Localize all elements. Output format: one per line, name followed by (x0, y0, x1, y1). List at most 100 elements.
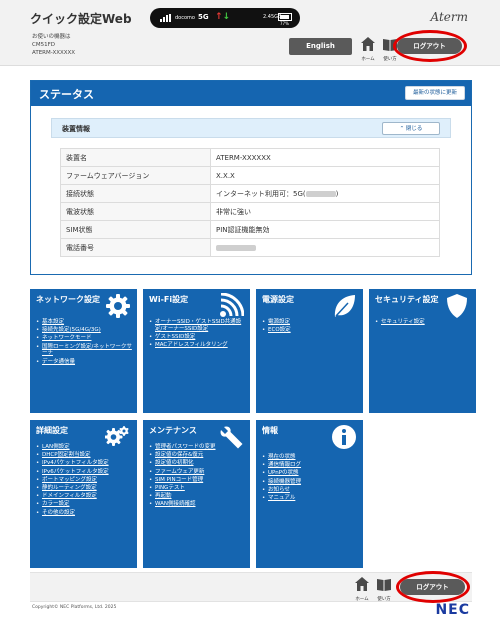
link-other-settings[interactable]: その他の設定 (36, 510, 134, 517)
link-reboot[interactable]: 再起動 (149, 493, 247, 500)
logout-highlight-circle (393, 30, 467, 62)
collapse-button[interactable]: ⌃ 閉じる (382, 122, 440, 135)
link-backup-restore[interactable]: 設定値の保存&復元 (149, 452, 247, 459)
tile-title: 詳細設定 (36, 426, 68, 435)
carrier-label: docomo (175, 15, 195, 21)
row-key: SIM状態 (60, 220, 211, 239)
link-firmware-update[interactable]: ファームウェア更新 (149, 469, 247, 476)
link-eco-settings[interactable]: ECO設定 (262, 327, 360, 334)
link-dhcp-fixed[interactable]: DHCP固定割当設定 (36, 452, 134, 459)
device-info-section-label: 装置情報 (62, 125, 90, 133)
link-apn-settings[interactable]: 接続先設定(5G/4G/3G) (36, 327, 134, 334)
connection-status-suffix: ) (335, 189, 339, 198)
refresh-status-button[interactable]: 最新の状態に更新 (405, 86, 465, 100)
battery-percent: 77% (280, 21, 289, 26)
link-data-usage[interactable]: データ通信量 (36, 359, 134, 366)
row-key: ファームウェアバージョン (60, 166, 211, 185)
gear-icon (106, 294, 130, 318)
link-connected-devices[interactable]: 接続機器管理 (262, 479, 360, 486)
row-value (210, 238, 440, 257)
redacted-phone-number (216, 244, 256, 251)
table-row: 電波状態 非常に強い (60, 202, 440, 221)
info-icon (332, 425, 356, 449)
link-owner-ssid-settings[interactable]: オーナーSSID・ゲストSSID共通設定/オーナーSSID設定 (149, 319, 247, 333)
link-upnp-status[interactable]: UPnPの状態 (262, 470, 360, 477)
tile-link-list: 電源設定 ECO設定 (262, 319, 360, 335)
tile-title: セキュリティ設定 (375, 295, 439, 304)
table-row: 接続状態 インターネット利用可：5G() (60, 184, 440, 203)
link-current-status[interactable]: 現在の状態 (262, 454, 360, 461)
connection-status-text: インターネット利用可：5G( (216, 189, 306, 198)
usage-guide-label: 使い方 (377, 597, 391, 602)
link-mac-filtering[interactable]: MACアドレスフィルタリング (149, 342, 247, 349)
shield-icon (447, 294, 467, 318)
row-value: ATERM-XXXXXX (210, 148, 440, 167)
usage-guide-label: 使い方 (383, 57, 397, 62)
tile-wifi-settings: Wi-Fi設定 オーナーSSID・ゲストSSID共通設定/オーナーSSID設定 … (143, 289, 250, 413)
app-title: クイック設定Web (30, 12, 132, 26)
tile-advanced-settings: 詳細設定 LAN側設定 DHCP固定割当設定 IPv4パケットフィルタ設定 IP… (30, 420, 137, 568)
device-info-table: 装置名 ATERM-XXXXXX ファームウェアバージョン X.X.X 接続状態… (60, 148, 440, 257)
home-icon (355, 577, 369, 591)
wifi-icon (220, 293, 244, 317)
link-ipv4-filter[interactable]: IPv4パケットフィルタ設定 (36, 460, 134, 467)
link-power-settings[interactable]: 電源設定 (262, 319, 360, 326)
collapse-label: 閉じる (405, 126, 423, 132)
redacted-value (305, 190, 336, 197)
link-static-routing[interactable]: 静的ルーティング設定 (36, 485, 134, 492)
link-network-mode[interactable]: ネットワークモード (36, 335, 134, 342)
link-domain-filter[interactable]: ドメインフィルタ設定 (36, 493, 134, 500)
tile-security-settings: セキュリティ設定 セキュリティ設定 (369, 289, 476, 413)
device-name: ATERM-XXXXXX (32, 50, 76, 56)
home-button[interactable]: ホーム (358, 36, 378, 62)
table-row: SIM状態 PIN認証機能無効 (60, 220, 440, 239)
status-title: ステータス (39, 88, 94, 101)
table-row: 電話番号 (60, 238, 440, 257)
footer-home-button[interactable]: ホーム (352, 576, 372, 602)
link-factory-reset[interactable]: 設定値の初期化 (149, 460, 247, 467)
english-button[interactable]: English (289, 38, 352, 55)
book-icon (377, 579, 391, 591)
link-notices[interactable]: お知らせ (262, 487, 360, 494)
tile-maintenance: メンテナンス 管理者パスワードの変更 設定値の保存&復元 設定値の初期化 ファー… (143, 420, 250, 568)
link-communication-log[interactable]: 通信情報ログ (262, 462, 360, 469)
link-sim-pin[interactable]: SIM PINコード管理 (149, 477, 247, 484)
tile-link-list: LAN側設定 DHCP固定割当設定 IPv4パケットフィルタ設定 IPv6パケッ… (36, 444, 134, 518)
tile-title: 電源設定 (262, 295, 294, 304)
link-manual[interactable]: マニュアル (262, 495, 360, 502)
tile-title: 情報 (262, 426, 278, 435)
link-ipv6-filter[interactable]: IPv6パケットフィルタ設定 (36, 469, 134, 476)
device-info-section-bar: 装置情報 ⌃ 閉じる (51, 118, 451, 138)
row-key: 電話番号 (60, 238, 211, 257)
link-guest-ssid-settings[interactable]: ゲストSSID設定 (149, 334, 247, 341)
link-ping-test[interactable]: PINGテスト (149, 485, 247, 492)
link-color-settings[interactable]: カラー設定 (36, 501, 134, 508)
link-security-settings[interactable]: セキュリティ設定 (375, 319, 473, 326)
link-lan-settings[interactable]: LAN側設定 (36, 444, 134, 451)
home-label: ホーム (361, 57, 375, 62)
footer-usage-guide-button[interactable]: 使い方 (374, 576, 394, 602)
link-admin-password[interactable]: 管理者パスワードの変更 (149, 444, 247, 451)
link-wan-check[interactable]: WAN側接続確認 (149, 501, 247, 508)
tile-link-list: 管理者パスワードの変更 設定値の保存&復元 設定値の初期化 ファームウェア更新 … (149, 444, 247, 510)
row-key: 装置名 (60, 148, 211, 167)
row-value: PIN認証機能無効 (210, 220, 440, 239)
row-key: 接続状態 (60, 184, 211, 203)
tile-link-list: オーナーSSID・ゲストSSID共通設定/オーナーSSID設定 ゲストSSID設… (149, 319, 247, 350)
aterm-logo: Aterm (430, 10, 469, 24)
table-row: ファームウェアバージョン X.X.X (60, 166, 440, 185)
link-basic-settings[interactable]: 基本設定 (36, 319, 134, 326)
row-key: 電波状態 (60, 202, 211, 221)
device-info-label: お使いの機器は (32, 34, 71, 40)
copyright-text: Copyright© NEC Platforms, Ltd. 2025 (32, 605, 117, 610)
device-model: CM51FD (32, 42, 55, 48)
home-label: ホーム (355, 597, 369, 602)
tile-network-settings: ネットワーク設定 基本設定 接続先設定(5G/4G/3G) ネットワークモード … (30, 289, 137, 413)
row-value: インターネット利用可：5G() (210, 184, 440, 203)
tile-title: Wi-Fi設定 (149, 295, 189, 304)
link-port-mapping[interactable]: ポートマッピング設定 (36, 477, 134, 484)
battery-icon (278, 13, 292, 21)
network-type: 5G (198, 13, 209, 21)
signal-strength-icon (160, 14, 172, 22)
link-roaming-settings[interactable]: 国際ローミング設定/ネットワークサーチ (36, 344, 134, 358)
